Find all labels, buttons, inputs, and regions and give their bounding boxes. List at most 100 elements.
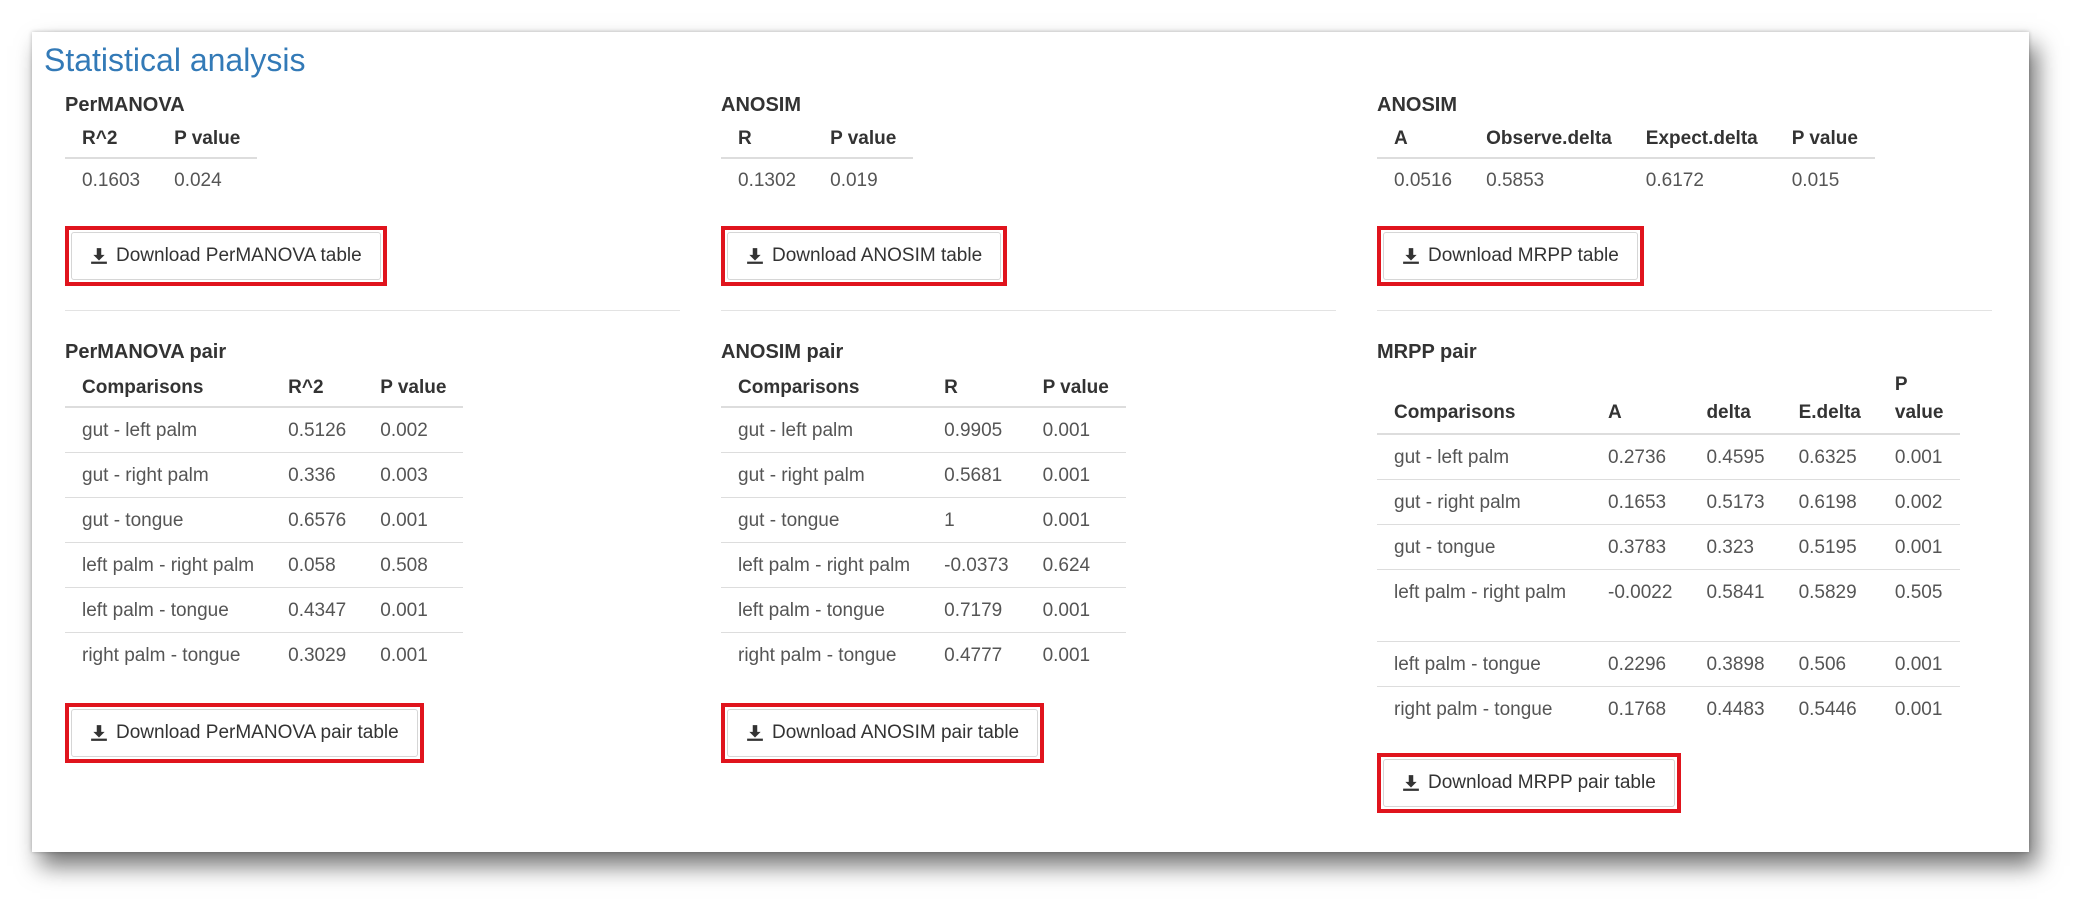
table-cell: left palm - right palm bbox=[1377, 569, 1591, 642]
download-icon bbox=[1403, 248, 1419, 264]
download-mrpp-button[interactable]: Download MRPP table bbox=[1383, 232, 1638, 280]
table-cell: 0.001 bbox=[363, 497, 464, 543]
table-row: left palm - tongue 0.2296 0.3898 0.506 0.001 bbox=[1377, 641, 1961, 687]
table-cell: 0.003 bbox=[363, 452, 464, 498]
table-row: 0.1302 0.019 bbox=[721, 158, 913, 200]
table-cell: 0.5446 bbox=[1781, 686, 1878, 731]
table-row: left palm - tongue 0.7179 0.001 bbox=[721, 587, 1126, 633]
download-anosim-pair-button[interactable]: Download ANOSIM pair table bbox=[727, 709, 1039, 757]
table-cell: 0.001 bbox=[1877, 686, 1961, 731]
anosim-column: ANOSIM R P value 0.1302 0.019 Download A… bbox=[721, 92, 1336, 763]
table-header-row: A Observe.delta Expect.delta P value bbox=[1377, 118, 1875, 159]
table-cell: left palm - right palm bbox=[65, 542, 272, 588]
download-icon bbox=[91, 725, 107, 741]
table-row: gut - left palm 0.9905 0.001 bbox=[721, 407, 1126, 453]
table-cell: 0.6325 bbox=[1798, 447, 1857, 468]
table-cell: 0.024 bbox=[174, 170, 222, 191]
table-cell: 0.624 bbox=[1025, 542, 1126, 588]
table-cell: left palm - tongue bbox=[721, 587, 928, 633]
table-cell: -0.0022 bbox=[1591, 569, 1690, 642]
table-cell: 0.2736 bbox=[1608, 447, 1667, 468]
table-cell: 0.3783 bbox=[1591, 524, 1690, 570]
table-cell: 0.7179 bbox=[927, 587, 1026, 633]
table-cell: 0.001 bbox=[1025, 497, 1126, 543]
highlight-box: Download ANOSIM pair table bbox=[721, 703, 1045, 763]
table-cell: gut - left palm bbox=[738, 420, 854, 441]
download-mrpp-pair-button[interactable]: Download MRPP pair table bbox=[1383, 759, 1675, 807]
table-cell: 0.1653 bbox=[1591, 479, 1690, 525]
highlight-box: Download MRPP table bbox=[1377, 226, 1644, 286]
table-cell: gut - right palm bbox=[65, 452, 272, 498]
table-cell: 0.001 bbox=[1042, 420, 1091, 441]
table-header-row: R^2 P value bbox=[65, 118, 258, 159]
table-cell: 0.506 bbox=[1781, 641, 1878, 687]
download-anosim-button[interactable]: Download ANOSIM table bbox=[727, 232, 1002, 280]
column-header: P value bbox=[157, 118, 258, 159]
statistical-analysis-panel: Statistical analysis PerMANOVA R^2 P val… bbox=[32, 32, 2029, 852]
table-cell: 0.336 bbox=[271, 452, 364, 498]
column-header: R^2 bbox=[65, 118, 158, 159]
divider bbox=[65, 310, 680, 311]
table-cell: 0.001 bbox=[1877, 524, 1961, 570]
table-cell: 0.5681 bbox=[927, 452, 1026, 498]
table-row: gut - tongue 1 0.001 bbox=[721, 497, 1126, 543]
table-cell: 0.323 bbox=[1689, 524, 1782, 570]
table-cell: 0.001 bbox=[1025, 587, 1126, 633]
highlight-box: Download PerMANOVA table bbox=[65, 226, 387, 286]
table-cell: 0.001 bbox=[1025, 452, 1126, 498]
mrpp-title: ANOSIM bbox=[1377, 94, 1457, 116]
table-row: left palm - right palm -0.0022 0.5841 0.582… bbox=[1377, 569, 1961, 642]
table-cell: 0.001 bbox=[363, 587, 464, 633]
mrpp-pair-table: Comparisons A delta E.delta P value gut … bbox=[1377, 365, 1961, 731]
table-row: 0.1603 0.024 bbox=[65, 158, 257, 200]
column-header: A bbox=[1377, 118, 1470, 159]
table-cell: gut - tongue bbox=[721, 497, 928, 543]
download-anosim-pair-label: Download ANOSIM pair table bbox=[772, 722, 1020, 743]
table-cell: 0.2296 bbox=[1591, 641, 1690, 687]
download-mrpp-pair-label: Download MRPP pair table bbox=[1428, 772, 1656, 793]
column-header: R^2 bbox=[271, 365, 364, 408]
column-header: Expect.delta bbox=[1628, 118, 1775, 159]
table-cell: 0.015 bbox=[1791, 170, 1840, 191]
table-cell: 0.019 bbox=[830, 170, 878, 191]
download-permanova-button[interactable]: Download PerMANOVA table bbox=[71, 232, 381, 280]
permanova-title: PerMANOVA bbox=[65, 94, 185, 116]
table-cell: 0.058 bbox=[271, 542, 364, 588]
table-row: 0.0516 0.5853 0.6172 0.015 bbox=[1377, 158, 1875, 200]
table-cell: right palm - tongue bbox=[65, 632, 272, 677]
column-header: R bbox=[721, 118, 814, 159]
table-header-row: Comparisons R P value bbox=[721, 365, 1126, 408]
download-permanova-pair-button[interactable]: Download PerMANOVA pair table bbox=[71, 709, 418, 757]
table-row: gut - left palm 0.5126 0.002 bbox=[65, 407, 463, 453]
table-cell: 0.5126 bbox=[288, 420, 347, 441]
column-header: E.delta bbox=[1781, 365, 1878, 435]
table-row: gut - left palm 0.2736 0.4595 0.6325 0.001 bbox=[1377, 434, 1960, 480]
table-header-row: Comparisons A delta E.delta P value bbox=[1377, 365, 1961, 435]
table-cell: 0.4347 bbox=[271, 587, 364, 633]
table-cell: 0.5173 bbox=[1689, 479, 1782, 525]
table-cell: 0.9905 bbox=[944, 420, 1003, 441]
table-cell: left palm - tongue bbox=[65, 587, 272, 633]
table-cell: left palm - tongue bbox=[1377, 641, 1591, 687]
table-header-row: R P value bbox=[721, 118, 914, 159]
permanova-pair-title: PerMANOVA pair bbox=[65, 341, 227, 363]
permanova-column: PerMANOVA R^2 P value 0.1603 0.024 Downl… bbox=[65, 92, 680, 763]
mrpp-column: ANOSIM A Observe.delta Expect.delta P va… bbox=[1377, 92, 1992, 813]
table-cell: 0.4483 bbox=[1689, 686, 1782, 731]
table-row: gut - tongue 0.6576 0.001 bbox=[65, 497, 464, 543]
permanova-pair-table: Comparisons R^2 P value gut - left palm 0… bbox=[65, 365, 464, 677]
table-cell: 1 bbox=[927, 497, 1026, 543]
table-cell: left palm - right palm bbox=[721, 542, 928, 588]
table-cell: gut - tongue bbox=[1377, 524, 1591, 570]
table-cell: 0.001 bbox=[363, 632, 464, 677]
column-header: P value bbox=[363, 365, 464, 408]
divider bbox=[1377, 310, 1992, 311]
download-mrpp-label: Download MRPP table bbox=[1428, 245, 1619, 266]
table-row: gut - right palm 0.336 0.003 bbox=[65, 452, 464, 498]
table-cell: 0.002 bbox=[380, 420, 428, 441]
table-cell: 0.3029 bbox=[271, 632, 364, 677]
anosim-pair-title: ANOSIM pair bbox=[721, 341, 844, 363]
table-cell: 0.5841 bbox=[1689, 569, 1782, 642]
table-cell: 0.1768 bbox=[1591, 686, 1690, 731]
table-cell: gut - right palm bbox=[1377, 479, 1591, 525]
